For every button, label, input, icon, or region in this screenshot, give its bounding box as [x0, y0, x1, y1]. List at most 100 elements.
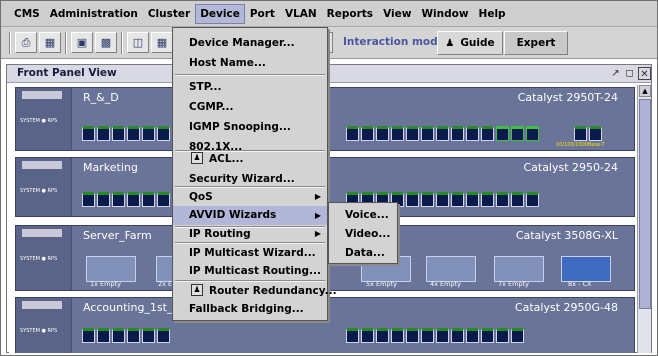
menu-cms[interactable]: CMS [9, 4, 45, 24]
port[interactable] [526, 126, 539, 141]
menu-item-router-redundancy[interactable]: Router Redundancy... [173, 282, 337, 300]
port[interactable] [589, 126, 602, 141]
menu-item-device-manager[interactable]: Device Manager... [173, 34, 327, 52]
port[interactable] [142, 192, 155, 207]
scroll-up-icon[interactable]: ▲ [639, 85, 651, 97]
port[interactable] [406, 192, 419, 207]
menu-port[interactable]: Port [245, 4, 280, 24]
menu-window[interactable]: Window [416, 4, 473, 24]
menu-item-fallback-bridging[interactable]: Fallback Bridging... [173, 300, 327, 318]
menu-administration[interactable]: Administration [45, 4, 143, 24]
gbic-slot[interactable] [561, 256, 611, 282]
menu-item-ip-routing-label: IP Routing [189, 228, 251, 240]
network-icon[interactable]: ▩ [95, 32, 117, 53]
menu-help[interactable]: Help [474, 4, 511, 24]
minimize-icon[interactable]: ↗ [609, 67, 622, 80]
menu-device[interactable]: Device [195, 3, 245, 24]
port[interactable] [466, 126, 479, 141]
maximize-icon[interactable]: ◻ [623, 67, 636, 80]
menu-view[interactable]: View [378, 4, 416, 24]
port[interactable] [574, 126, 587, 141]
vertical-scrollbar[interactable]: ▲ [637, 85, 651, 353]
port[interactable] [406, 328, 419, 343]
port[interactable] [82, 126, 95, 141]
port[interactable] [376, 126, 389, 141]
port[interactable] [436, 328, 449, 343]
port[interactable] [496, 192, 509, 207]
port[interactable] [346, 328, 359, 343]
port[interactable] [496, 126, 509, 141]
port[interactable] [157, 126, 170, 141]
port[interactable] [451, 126, 464, 141]
port[interactable] [112, 192, 125, 207]
properties-icon[interactable]: ▦ [39, 32, 61, 53]
menu-item-acl[interactable]: ACL... [173, 150, 327, 168]
close-icon[interactable]: ✕ [638, 67, 651, 80]
port[interactable] [391, 328, 404, 343]
menu-item-stp[interactable]: STP... [173, 78, 327, 96]
port[interactable] [466, 328, 479, 343]
port[interactable] [361, 328, 374, 343]
menu-item-voice[interactable]: Voice... [329, 206, 397, 224]
port[interactable] [421, 192, 434, 207]
port[interactable] [142, 126, 155, 141]
port[interactable] [346, 126, 359, 141]
port[interactable] [406, 126, 419, 141]
menu-item-ip-multicast-wizard[interactable]: IP Multicast Wizard... [173, 244, 327, 262]
window-title-bar[interactable]: Front Panel View ↗ ◻ ✕ [7, 65, 651, 83]
port[interactable] [511, 126, 524, 141]
scroll-thumb[interactable] [639, 99, 651, 309]
port[interactable] [112, 328, 125, 343]
port[interactable] [436, 192, 449, 207]
port[interactable] [481, 126, 494, 141]
gbic-slot[interactable] [86, 256, 136, 282]
port[interactable] [127, 328, 140, 343]
port[interactable] [376, 328, 389, 343]
menu-item-ip-routing[interactable]: IP Routing ▶ [173, 225, 327, 243]
menu-item-ip-multicast-routing[interactable]: IP Multicast Routing... [173, 262, 327, 280]
port[interactable] [466, 192, 479, 207]
menu-reports[interactable]: Reports [322, 4, 378, 24]
port[interactable] [157, 192, 170, 207]
port[interactable] [451, 192, 464, 207]
port[interactable] [511, 192, 524, 207]
port[interactable] [436, 126, 449, 141]
port[interactable] [421, 126, 434, 141]
port[interactable] [481, 192, 494, 207]
port[interactable] [82, 328, 95, 343]
port[interactable] [112, 126, 125, 141]
port[interactable] [511, 328, 524, 343]
gbic-slot[interactable] [426, 256, 476, 282]
port[interactable] [481, 328, 494, 343]
menu-item-qos[interactable]: QoS ▶ [173, 188, 327, 206]
port[interactable] [157, 328, 170, 343]
port[interactable] [97, 192, 110, 207]
network-icon[interactable]: ▣ [71, 32, 93, 53]
menu-item-avvid-wizards[interactable]: AVVID Wizards ▶ [173, 206, 327, 225]
port[interactable] [451, 328, 464, 343]
menu-cluster[interactable]: Cluster [143, 4, 195, 24]
port[interactable] [526, 192, 539, 207]
menu-vlan[interactable]: VLAN [280, 4, 322, 24]
menu-item-host-name[interactable]: Host Name... [173, 54, 327, 72]
device-icon[interactable]: ◫ [127, 32, 149, 53]
expert-mode-button[interactable]: Expert [504, 31, 568, 55]
port[interactable] [391, 126, 404, 141]
gbic-slot[interactable] [494, 256, 544, 282]
port[interactable] [496, 328, 509, 343]
menu-item-video[interactable]: Video... [329, 225, 397, 243]
port[interactable] [421, 328, 434, 343]
menu-item-data[interactable]: Data... [329, 244, 397, 262]
port[interactable] [361, 126, 374, 141]
guide-mode-button[interactable]: ♟ Guide [437, 31, 503, 55]
device-icon[interactable]: ▦ [151, 32, 173, 53]
port[interactable] [142, 328, 155, 343]
port[interactable] [97, 328, 110, 343]
port[interactable] [82, 192, 95, 207]
port[interactable] [97, 126, 110, 141]
printer-icon[interactable]: ⎙ [15, 32, 37, 53]
menu-item-cgmp[interactable]: CGMP... [173, 98, 327, 116]
port[interactable] [127, 192, 140, 207]
menu-item-igmp-snooping[interactable]: IGMP Snooping... [173, 118, 327, 136]
port[interactable] [127, 126, 140, 141]
